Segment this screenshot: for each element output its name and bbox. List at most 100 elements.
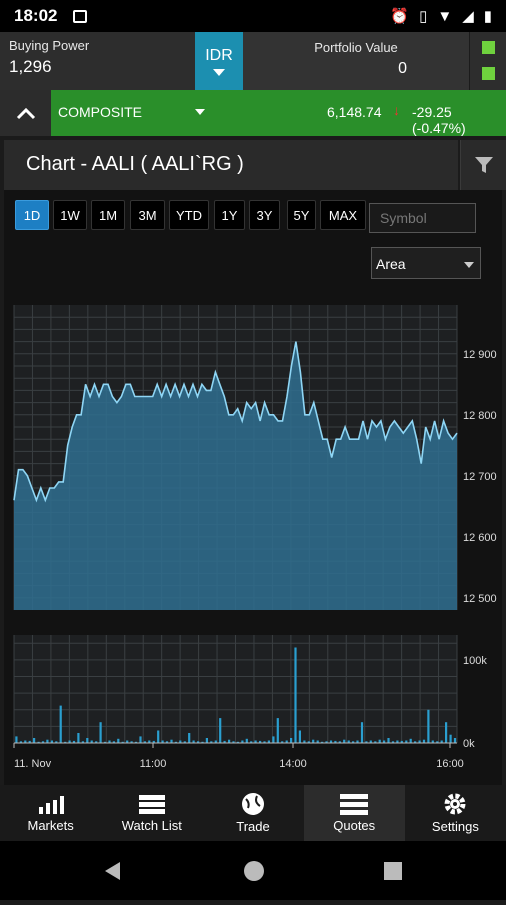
volume-bar [86,738,89,743]
timeframe-button-3m[interactable]: 3M [130,200,165,230]
filter-icon [474,157,493,173]
buying-power-value: 1,296 [9,57,52,76]
y-tick-label: 12 900 [463,349,497,361]
chart-title: Chart - AALI ( AALI`RG ) [4,140,458,190]
connection-indicators [470,32,506,90]
nav-label: Settings [431,819,479,834]
down-arrow-icon: ↓ [393,102,400,118]
caret-down-icon [213,68,225,76]
caret-down-icon [464,262,474,268]
nav-label: Trade [236,819,270,834]
symbol-input[interactable]: Symbol [369,203,476,233]
timeframe-button-1w[interactable]: 1W [53,200,87,230]
system-navigation [0,841,506,900]
volume-bar [59,705,62,743]
volume-bar [272,736,275,743]
volume-bar [360,722,364,743]
volume-bar [77,733,80,743]
gear-icon [443,792,467,819]
nav-label: Quotes [333,818,376,833]
nav-settings[interactable]: Settings [405,785,506,841]
portfolio-label: Portfolio Value [314,40,398,55]
timeframe-button-1d[interactable]: 1D [15,200,49,230]
volume-bar [219,718,222,743]
status-bar: 18:02 ⏰ ▯ ▼ ◢ ▮ [0,0,506,32]
volume-bar [427,709,430,743]
wifi-icon: ▼ [437,7,453,25]
y-tick-label: 12 500 [463,593,497,605]
bottom-navigation: Markets Watch List Trade Quotes Settings [0,785,506,841]
volume-bar [409,738,412,743]
index-dropdown-icon[interactable] [195,109,205,115]
volume-bar [290,738,293,743]
indicator-icon [482,41,495,54]
volume-chart[interactable]: 100k 0k 11. Nov 11:00 14:00 16:00 [0,625,506,785]
x-tick-label: 14:00 [279,758,307,770]
volume-bar [387,738,390,743]
nav-label: Watch List [121,818,182,833]
volume-bar [117,738,120,743]
volume-bar [205,738,208,743]
x-tick-label: 11. Nov [14,758,52,770]
home-icon[interactable] [244,861,264,881]
alarm-icon: ⏰ [390,8,410,25]
y-tick-label: 0k [463,738,475,750]
list-icon [137,793,167,818]
buying-power-panel: Buying Power 1,296 [0,32,195,90]
currency-label: IDR [205,46,233,64]
nav-quotes[interactable]: Quotes [303,785,405,841]
volume-bar [294,647,297,743]
volume-bar [157,730,160,743]
index-change: -29.25 (-0.47%) [412,104,466,136]
chart-type-value: Area [376,256,406,272]
image-icon [73,9,88,23]
index-last: 6,148.74 [327,104,382,120]
volume-bar [188,733,191,743]
index-name[interactable]: COMPOSITE [58,104,142,120]
vibrate-icon: ▯ [419,8,428,25]
filter-button[interactable] [460,140,506,190]
timeframe-button-5y[interactable]: 5Y [287,200,316,230]
buying-power-label: Buying Power [9,38,90,53]
x-tick-label: 16:00 [436,758,464,770]
chevron-up-icon [16,107,35,120]
volume-bar [453,738,457,743]
signal-icon: ◢ [462,8,474,25]
nav-trade[interactable]: Trade [202,785,303,841]
chart-type-select[interactable]: Area [371,247,481,279]
collapse-button[interactable] [0,90,51,136]
y-tick-label: 12 800 [463,410,497,422]
volume-bar [15,736,18,743]
timeframe-button-1m[interactable]: 1M [91,200,125,230]
nav-markets[interactable]: Markets [0,785,101,841]
price-chart[interactable]: 12 900 12 800 12 700 12 600 12 500 [0,295,506,625]
timeframe-button-3y[interactable]: 3Y [249,200,280,230]
nav-watch-list[interactable]: Watch List [101,785,202,841]
volume-bar [139,736,142,743]
volume-bar [445,722,448,743]
volume-bar [449,734,452,743]
portfolio-panel: Portfolio Value 0 [243,32,469,90]
volume-bar [298,730,301,743]
recents-icon[interactable] [384,862,402,880]
y-tick-label: 12 600 [463,532,497,544]
x-tick-label: 11:00 [140,758,167,770]
currency-selector[interactable]: IDR [195,32,243,90]
chart-bars-icon [36,793,66,818]
quotes-icon [339,793,369,818]
back-icon[interactable] [105,862,120,880]
index-ticker-bar: COMPOSITE 6,148.74 ↓ -29.25 (-0.47%) [0,90,506,136]
timeframe-button-ytd[interactable]: YTD [169,200,209,230]
indicator-icon [482,67,495,80]
nav-label: Markets [27,818,74,833]
y-tick-label: 100k [463,655,487,667]
volume-bar [99,722,102,743]
portfolio-value: 0 [398,60,407,77]
timeframe-button-max[interactable]: MAX [320,200,366,230]
globe-icon [240,792,266,819]
volume-bar [33,738,36,743]
y-tick-label: 12 700 [463,471,497,483]
battery-icon: ▮ [483,8,492,25]
timeframe-button-1y[interactable]: 1Y [214,200,245,230]
volume-bar [245,738,248,743]
